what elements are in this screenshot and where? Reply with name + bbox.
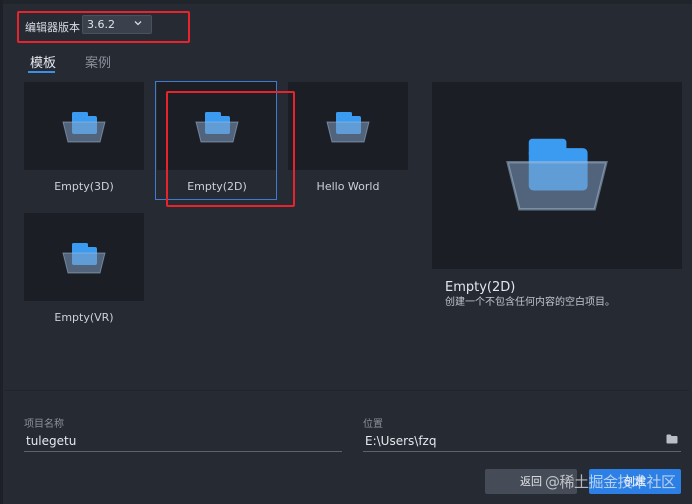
window-top-edge (0, 0, 692, 4)
template-name: Empty(VR) (54, 311, 114, 324)
project-name-input[interactable] (24, 430, 342, 452)
folder-icon (506, 138, 608, 211)
folder-icon (62, 112, 106, 143)
template-thumbnail (288, 82, 408, 170)
window-left-edge (0, 0, 3, 504)
folder-icon (326, 112, 370, 143)
folder-icon (62, 243, 106, 274)
selection-highlight-annotation (166, 91, 295, 207)
active-tab-indicator (28, 71, 55, 73)
divider (5, 390, 689, 391)
browse-folder-icon[interactable] (666, 434, 678, 444)
watermark: @稀土掘金技术社区 (545, 473, 676, 491)
preview-description: 创建一个不包含任何内容的空白项目。 (445, 297, 615, 308)
location-label: 位置 (363, 419, 383, 430)
template-name: Empty(3D) (54, 180, 114, 193)
tab-templates[interactable]: 模板 (30, 52, 56, 71)
template-thumbnail (24, 82, 144, 170)
project-name-label: 项目名称 (24, 419, 64, 430)
location-input[interactable] (363, 430, 681, 452)
version-highlight-annotation (17, 11, 190, 43)
template-thumbnail (24, 213, 144, 301)
template-preview (432, 82, 682, 269)
template-name: Hello World (316, 180, 380, 193)
tab-examples[interactable]: 案例 (85, 52, 111, 71)
